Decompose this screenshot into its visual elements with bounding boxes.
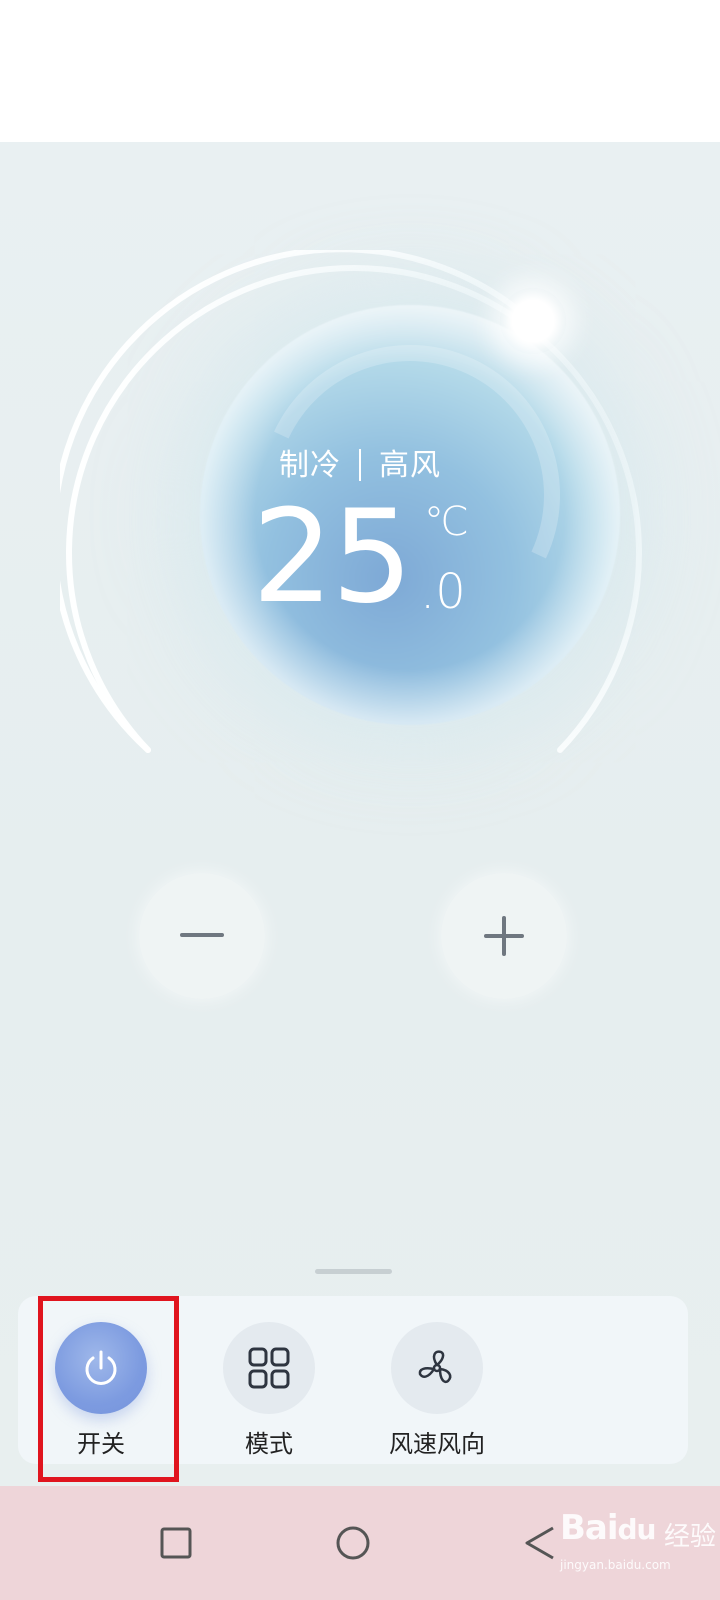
circle-icon [336,1526,370,1560]
temperature-decimal: .0 [420,564,466,620]
mode-control[interactable]: 模式 [209,1322,329,1462]
top-blank-area [0,0,720,142]
triangle-back-icon [525,1526,554,1560]
highlight-annotation-box [38,1296,179,1482]
mode-text: 制冷 [279,448,341,483]
dial-knob[interactable] [500,288,566,354]
temperature-unit: ℃ [424,499,469,545]
baidu-jingyan-watermark: Baidu 经验 jingyan.baidu.com [560,1496,720,1586]
square-icon [160,1527,192,1559]
separator [359,449,361,481]
watermark-logo-text: Baidu [560,1508,656,1548]
watermark-url: jingyan.baidu.com [560,1558,671,1572]
fan-speed-text: 高风 [379,448,441,483]
increase-temperature-button[interactable] [441,873,567,999]
fan-control[interactable]: 风速风向 [377,1322,497,1462]
drag-handle[interactable] [315,1269,392,1274]
watermark-brand-text: 经验 [664,1522,717,1552]
mode-status-line: 制冷 高风 [0,440,720,484]
plus-icon [484,916,524,956]
home-button[interactable] [313,1486,393,1600]
mode-label: 模式 [245,1430,293,1458]
fan-label: 风速风向 [389,1430,485,1458]
recent-apps-button[interactable] [136,1486,216,1600]
mode-button[interactable] [223,1322,315,1414]
minus-icon [180,933,224,937]
temperature-value: 25 [252,483,413,632]
fan-icon [418,1350,452,1384]
grid-icon [248,1347,290,1389]
decrease-temperature-button[interactable] [139,873,265,999]
fan-button[interactable] [391,1322,483,1414]
